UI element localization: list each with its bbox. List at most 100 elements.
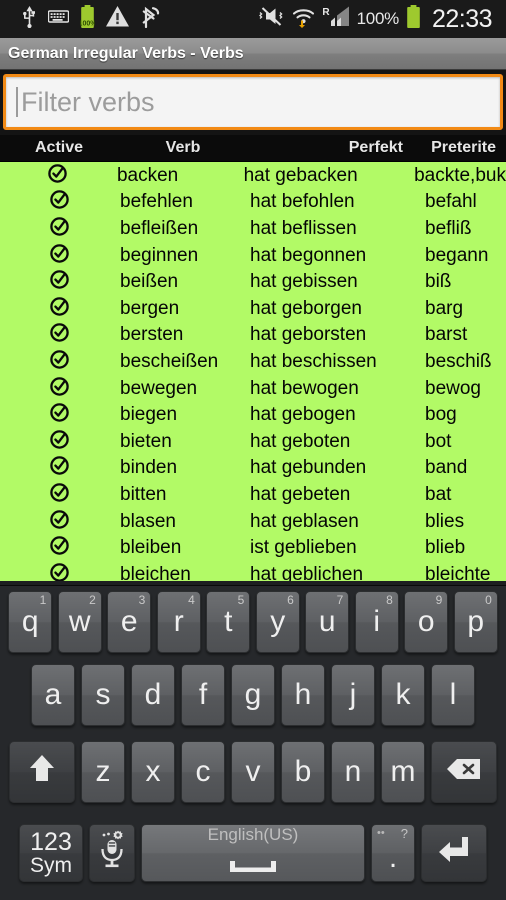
check-circle-icon[interactable] [49, 562, 69, 581]
key-v-label: v [245, 755, 261, 788]
active-toggle-cell[interactable] [0, 376, 118, 400]
key-v[interactable]: v [231, 741, 275, 803]
table-row[interactable]: bescheißen hat beschissen beschiß [0, 348, 506, 375]
check-circle-icon[interactable] [49, 323, 69, 346]
symbols-key[interactable]: 123 Sym [19, 824, 83, 882]
table-row[interactable]: beißen hat gebissen biß [0, 268, 506, 295]
check-circle-icon[interactable] [49, 456, 69, 479]
key-q[interactable]: 1q [8, 591, 53, 653]
key-j[interactable]: j [331, 664, 375, 726]
key-u-number: 7 [336, 593, 344, 607]
key-s[interactable]: s [81, 664, 125, 726]
on-screen-keyboard[interactable]: 1q2w3e4r5t6y7u8i9o0p asdfghjkl zxcvbnm 1… [0, 585, 506, 900]
spacebar-icon [229, 848, 277, 882]
table-row[interactable]: befehlen hat befohlen befahl [0, 189, 506, 216]
key-n[interactable]: n [331, 741, 375, 803]
check-circle-icon[interactable] [49, 483, 69, 506]
active-toggle-cell[interactable] [0, 190, 118, 213]
keyboard-icon [47, 10, 70, 28]
table-row[interactable]: biegen hat gebogen bog [0, 401, 506, 428]
table-row[interactable]: befleißen hat beflissen befliß [0, 215, 506, 242]
key-t[interactable]: 5t [206, 591, 251, 653]
verb-cell: bewegen [120, 377, 198, 399]
active-toggle-cell[interactable] [0, 323, 118, 346]
key-o[interactable]: 9o [404, 591, 449, 653]
keyboard-row-3: z x c vbnm [0, 741, 506, 818]
active-toggle-cell[interactable] [0, 164, 115, 187]
table-row[interactable]: bewegen hat bewogen bewog [0, 375, 506, 402]
active-toggle-cell[interactable] [0, 456, 118, 479]
check-circle-icon[interactable] [49, 243, 69, 267]
check-circle-icon[interactable] [49, 297, 69, 320]
active-toggle-cell[interactable] [0, 562, 118, 581]
active-toggle-cell[interactable] [0, 270, 118, 293]
active-toggle-cell[interactable] [0, 243, 118, 267]
key-b[interactable]: b [281, 741, 325, 803]
active-toggle-cell[interactable] [0, 429, 118, 453]
key-g[interactable]: g [231, 664, 275, 726]
table-row[interactable]: blasen hat geblasen blies [0, 508, 506, 535]
check-circle-icon[interactable] [49, 536, 69, 559]
key-i[interactable]: 8i [354, 591, 399, 653]
check-circle-icon[interactable] [49, 509, 69, 533]
active-toggle-cell[interactable] [0, 536, 118, 559]
table-row[interactable]: beginnen hat begonnen begann [0, 242, 506, 269]
key-h[interactable]: h [281, 664, 325, 726]
key-r[interactable]: 4r [156, 591, 201, 653]
table-row[interactable]: binden hat gebunden band [0, 455, 506, 482]
key-d[interactable]: d [131, 664, 175, 726]
check-circle-icon[interactable] [49, 350, 69, 373]
key-s-label: s [95, 678, 111, 711]
active-toggle-cell[interactable] [0, 217, 118, 240]
backspace-key[interactable] [431, 741, 497, 803]
preterite-cell: begann [425, 244, 489, 266]
table-row[interactable]: bitten hat gebeten bat [0, 481, 506, 508]
key-z[interactable]: z [81, 741, 125, 803]
active-toggle-cell[interactable] [0, 350, 118, 373]
key-u[interactable]: 7u [305, 591, 350, 653]
period-key[interactable]: •• ? . [371, 824, 415, 882]
table-row[interactable]: bersten hat geborsten barst [0, 322, 506, 349]
key-c[interactable]: c [181, 741, 225, 803]
key-e[interactable]: 3e [107, 591, 152, 653]
key-k-label: k [395, 678, 411, 711]
check-circle-icon[interactable] [49, 270, 69, 293]
key-w[interactable]: 2w [57, 591, 102, 653]
table-row[interactable]: bieten hat geboten bot [0, 428, 506, 455]
symbols-key-line1: 123 [30, 827, 72, 856]
key-m[interactable]: m [381, 741, 425, 803]
key-p-number: 0 [485, 593, 492, 607]
active-toggle-cell[interactable] [0, 403, 118, 426]
keyboard-row-2: asd f gh j k l [0, 664, 506, 741]
table-row[interactable]: bergen hat geborgen barg [0, 295, 506, 322]
active-toggle-cell[interactable] [0, 483, 118, 506]
key-k[interactable]: k [381, 664, 425, 726]
key-l[interactable]: l [431, 664, 475, 726]
key-p[interactable]: 0p [453, 591, 498, 653]
key-x[interactable]: x [131, 741, 175, 803]
check-circle-icon[interactable] [49, 217, 69, 240]
key-f[interactable]: f [181, 664, 225, 726]
search-input[interactable]: Filter verbs [3, 74, 503, 130]
verb-list[interactable]: backen hat gebacken backte,buk befehlen hat … [0, 162, 506, 581]
key-q-label: q [21, 605, 39, 638]
check-circle-icon[interactable] [48, 164, 67, 187]
table-row[interactable]: bleichen hat geblichen bleichte [0, 561, 506, 581]
key-h-label: h [294, 678, 312, 711]
active-toggle-cell[interactable] [0, 509, 118, 533]
check-circle-icon[interactable] [49, 376, 69, 400]
check-circle-icon[interactable] [49, 403, 69, 426]
perfekt-cell: hat geboten [250, 430, 351, 452]
check-circle-icon[interactable] [49, 190, 69, 213]
space-key[interactable]: English(US) [141, 824, 365, 882]
voice-input-key[interactable] [89, 824, 135, 882]
check-circle-icon[interactable] [49, 429, 69, 453]
table-row[interactable]: bleiben ist geblieben blieb [0, 534, 506, 561]
shift-key[interactable] [9, 741, 75, 803]
active-toggle-cell[interactable] [0, 297, 118, 320]
enter-key[interactable] [421, 824, 487, 882]
table-row[interactable]: backen hat gebacken backte,buk [0, 162, 506, 189]
key-y[interactable]: 6y [255, 591, 300, 653]
key-a[interactable]: a [31, 664, 75, 726]
period-key-alt-label: ? [400, 826, 408, 841]
